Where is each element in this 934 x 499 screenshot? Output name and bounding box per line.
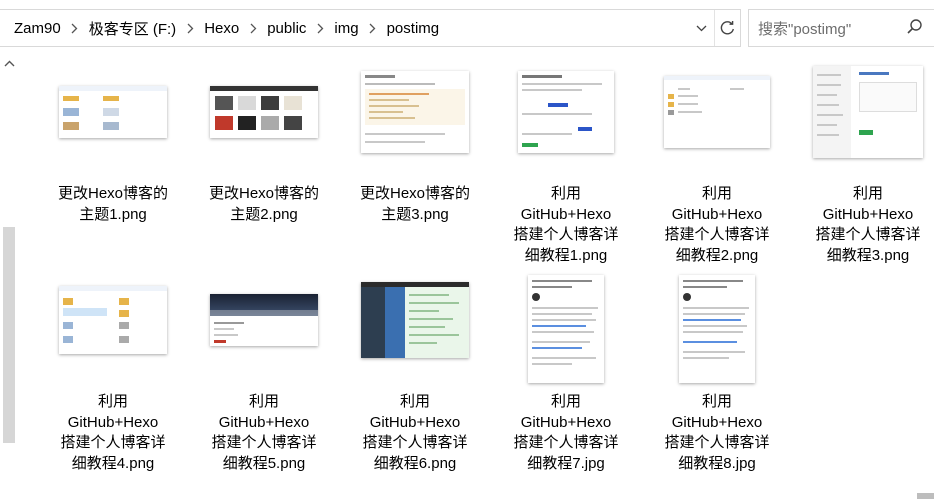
chevron-right-icon[interactable] xyxy=(242,10,264,46)
file-name: 更改Hexo博客的 主题3.png xyxy=(359,185,471,223)
file-thumbnail xyxy=(361,282,469,358)
file-thumbnail xyxy=(59,286,167,354)
address-tools xyxy=(689,10,740,46)
breadcrumb-item-img[interactable]: img xyxy=(331,20,361,37)
chevron-right-icon[interactable] xyxy=(309,10,331,46)
file-thumbnail xyxy=(664,76,770,148)
breadcrumb-item-drive[interactable]: 极客专区 (F:) xyxy=(86,18,180,39)
file-thumbnail xyxy=(59,86,167,138)
file-grid: 更改Hexo博客的 主题1.png 更改Hexo博客的 主题2.png 更改He… xyxy=(0,51,923,499)
chevron-down-icon[interactable] xyxy=(689,10,714,46)
search-icon[interactable] xyxy=(907,18,922,38)
file-name: 更改Hexo博客的 主题2.png xyxy=(208,185,320,223)
file-name: 利用 GitHub+Hexo 搭建个人博客详 细教程5.png xyxy=(211,393,317,472)
file-name: 更改Hexo博客的 主题1.png xyxy=(57,185,169,223)
chevron-right-icon[interactable] xyxy=(179,10,201,46)
file-thumbnail xyxy=(679,275,755,383)
file-thumbnail xyxy=(361,71,469,153)
file-name: 利用 GitHub+Hexo 搭建个人博客详 细教程1.png xyxy=(513,185,619,264)
breadcrumb: Zam90 极客专区 (F:) Hexo public img postimg xyxy=(0,10,442,46)
breadcrumb-item-postimg[interactable]: postimg xyxy=(384,20,443,37)
breadcrumb-item-zam90[interactable]: Zam90 xyxy=(11,20,64,37)
breadcrumb-item-public[interactable]: public xyxy=(264,20,309,37)
refresh-icon[interactable] xyxy=(714,10,740,46)
file-thumbnail xyxy=(813,66,923,158)
breadcrumb-item-hexo[interactable]: Hexo xyxy=(201,20,242,37)
file-name: 利用 GitHub+Hexo 搭建个人博客详 细教程7.jpg xyxy=(513,393,619,472)
search-input[interactable]: 搜索"postimg" xyxy=(748,9,934,47)
file-name: 利用 GitHub+Hexo 搭建个人博客详 细教程6.png xyxy=(362,393,468,472)
file-name: 利用 GitHub+Hexo 搭建个人博客详 细教程2.png xyxy=(664,185,770,264)
file-name: 利用 GitHub+Hexo 搭建个人博客详 细教程3.png xyxy=(815,185,921,264)
chevron-right-icon[interactable] xyxy=(362,10,384,46)
file-name: 利用 GitHub+Hexo 搭建个人博客详 细教程8.jpg xyxy=(664,393,770,472)
file-thumbnail xyxy=(210,294,318,346)
address-bar[interactable]: Zam90 极客专区 (F:) Hexo public img postimg xyxy=(0,9,741,47)
search-placeholder: 搜索"postimg" xyxy=(758,20,852,38)
chevron-right-icon[interactable] xyxy=(64,10,86,46)
file-thumbnail xyxy=(528,275,604,383)
file-thumbnail xyxy=(210,86,318,138)
file-name: 利用 GitHub+Hexo 搭建个人博客详 细教程4.png xyxy=(60,393,166,472)
file-thumbnail xyxy=(518,71,614,153)
